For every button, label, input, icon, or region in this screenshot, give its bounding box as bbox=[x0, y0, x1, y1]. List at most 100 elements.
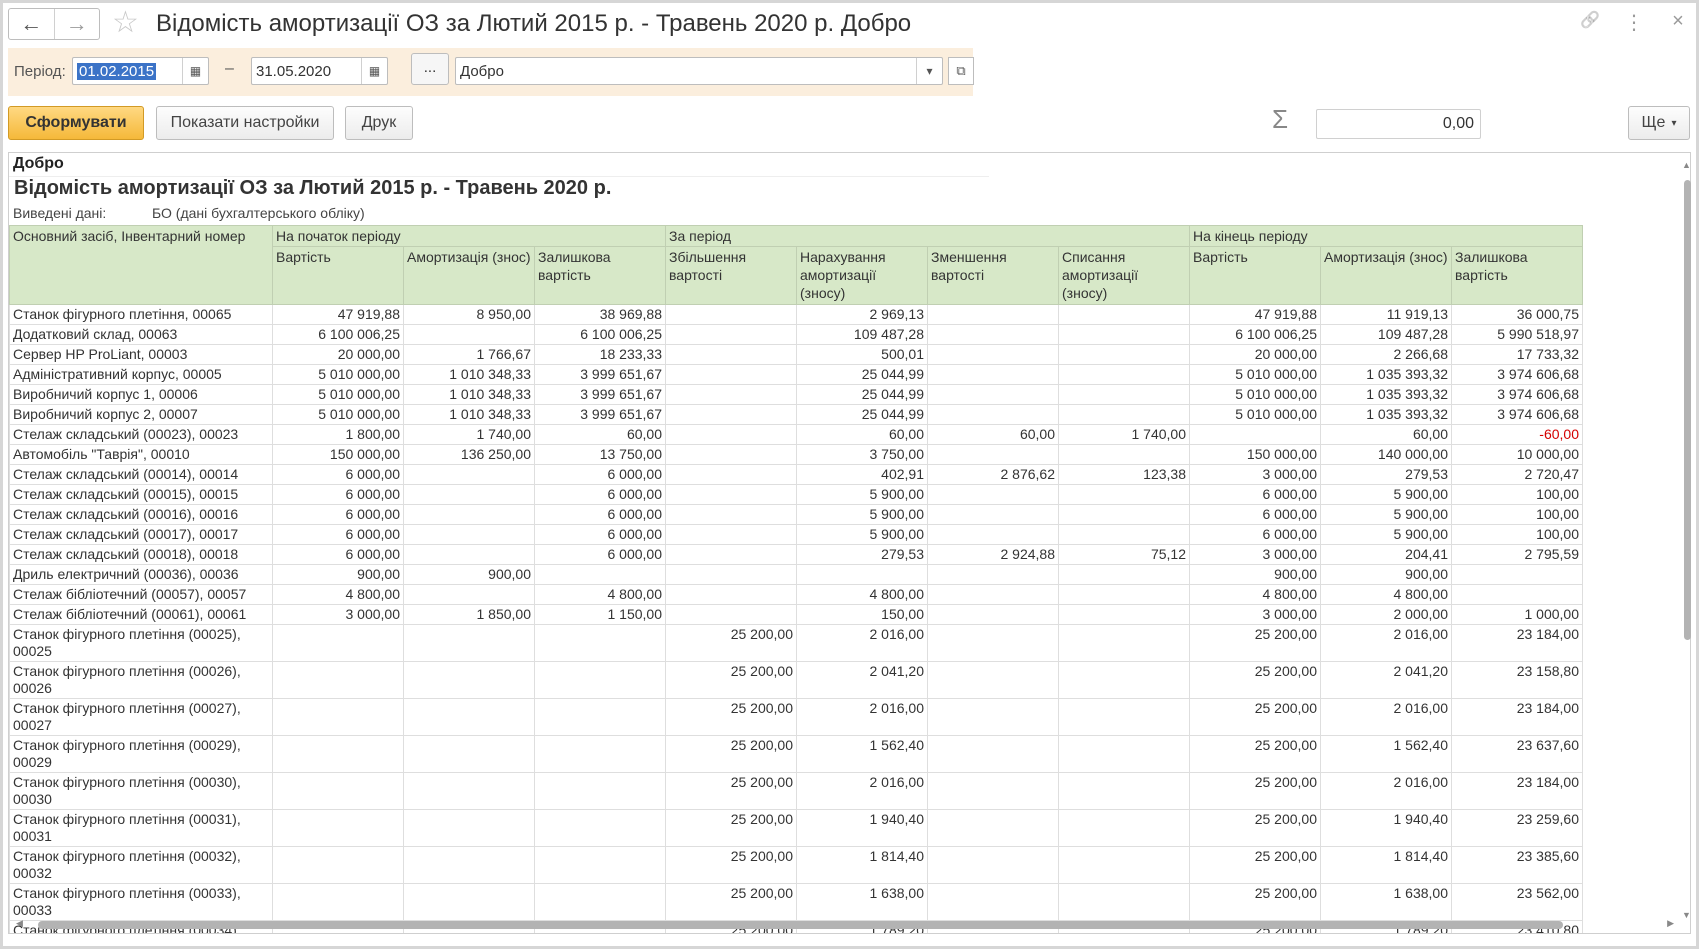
value-cell[interactable]: 2 016,00 bbox=[796, 698, 928, 736]
asset-name-cell[interactable]: Станок фігурного плетіння (00026), 00026 bbox=[9, 661, 273, 699]
value-cell[interactable]: 25 200,00 bbox=[665, 846, 797, 884]
value-cell[interactable] bbox=[403, 464, 535, 485]
value-cell[interactable]: 6 000,00 bbox=[272, 464, 404, 485]
value-cell[interactable] bbox=[665, 464, 797, 485]
value-cell[interactable]: 23 259,60 bbox=[1451, 809, 1583, 847]
value-cell[interactable]: 6 000,00 bbox=[272, 544, 404, 565]
table-row[interactable]: Адміністративний корпус, 00005 5 010 000,… bbox=[9, 364, 1583, 385]
value-cell[interactable] bbox=[1058, 772, 1190, 810]
value-cell[interactable] bbox=[927, 504, 1059, 525]
value-cell[interactable]: 23 184,00 bbox=[1451, 624, 1583, 662]
value-cell[interactable]: 100,00 bbox=[1451, 484, 1583, 505]
value-cell[interactable]: 47 919,88 bbox=[1189, 304, 1321, 325]
value-cell[interactable]: 1 940,40 bbox=[1320, 809, 1452, 847]
value-cell[interactable] bbox=[1058, 698, 1190, 736]
value-cell[interactable] bbox=[1058, 564, 1190, 585]
value-cell[interactable]: 23 385,60 bbox=[1451, 846, 1583, 884]
value-cell[interactable]: 25 200,00 bbox=[1189, 846, 1321, 884]
value-cell[interactable] bbox=[665, 444, 797, 465]
value-cell[interactable]: 900,00 bbox=[1189, 564, 1321, 585]
value-cell[interactable] bbox=[665, 564, 797, 585]
value-cell[interactable]: 25 200,00 bbox=[665, 698, 797, 736]
table-row[interactable]: Дриль електричний (00036), 00036 900,00 90… bbox=[9, 564, 1583, 585]
table-row[interactable]: Станок фігурного плетіння (00030), 00030… bbox=[9, 772, 1583, 810]
more-menu-icon[interactable]: ⋮ bbox=[1623, 10, 1645, 35]
asset-name-cell[interactable]: Додатковий склад, 00063 bbox=[9, 324, 273, 345]
value-cell[interactable] bbox=[927, 809, 1059, 847]
value-cell[interactable] bbox=[534, 772, 666, 810]
scroll-left-icon[interactable]: ◀ bbox=[16, 918, 23, 929]
value-cell[interactable]: 150 000,00 bbox=[272, 444, 404, 465]
value-cell[interactable]: 3 999 651,67 bbox=[534, 404, 666, 425]
value-cell[interactable]: 6 000,00 bbox=[272, 504, 404, 525]
value-cell[interactable]: 1 850,00 bbox=[403, 604, 535, 625]
value-cell[interactable]: 2 969,13 bbox=[796, 304, 928, 325]
value-cell[interactable]: 11 919,13 bbox=[1320, 304, 1452, 325]
table-row[interactable]: Стелаж складський (00014), 00014 6 000,00… bbox=[9, 464, 1583, 485]
asset-name-cell[interactable]: Стелаж складський (00017), 00017 bbox=[9, 524, 273, 545]
value-cell[interactable] bbox=[1058, 384, 1190, 405]
value-cell[interactable] bbox=[665, 504, 797, 525]
value-cell[interactable] bbox=[927, 661, 1059, 699]
value-cell[interactable]: 1 638,00 bbox=[796, 883, 928, 921]
asset-name-cell[interactable]: Станок фігурного плетіння (00027), 00027 bbox=[9, 698, 273, 736]
value-cell[interactable]: 5 010 000,00 bbox=[272, 384, 404, 405]
value-cell[interactable]: 2 041,20 bbox=[796, 661, 928, 699]
value-cell[interactable] bbox=[272, 661, 404, 699]
value-cell[interactable] bbox=[403, 809, 535, 847]
calendar-icon[interactable]: ▦ bbox=[182, 58, 208, 84]
calendar-icon[interactable]: ▦ bbox=[361, 58, 387, 84]
value-cell[interactable]: 5 010 000,00 bbox=[272, 364, 404, 385]
value-cell[interactable] bbox=[796, 564, 928, 585]
value-cell[interactable]: 25 044,99 bbox=[796, 384, 928, 405]
value-cell[interactable]: 5 900,00 bbox=[1320, 524, 1452, 545]
value-cell[interactable] bbox=[927, 524, 1059, 545]
scroll-right-icon[interactable]: ▶ bbox=[1667, 918, 1674, 929]
value-cell[interactable]: 25 200,00 bbox=[1189, 624, 1321, 662]
value-cell[interactable]: 2 720,47 bbox=[1451, 464, 1583, 485]
value-cell[interactable] bbox=[927, 883, 1059, 921]
value-cell[interactable]: 6 000,00 bbox=[534, 504, 666, 525]
value-cell[interactable]: 3 000,00 bbox=[1189, 604, 1321, 625]
value-cell[interactable]: 25 044,99 bbox=[796, 364, 928, 385]
table-row[interactable]: Стелаж складський (00023), 00023 1 800,00… bbox=[9, 424, 1583, 445]
more-button[interactable]: Ще ▾ bbox=[1628, 106, 1690, 140]
table-row[interactable]: Станок фігурного плетіння (00025), 00025… bbox=[9, 624, 1583, 662]
asset-name-cell[interactable]: Адміністративний корпус, 00005 bbox=[9, 364, 273, 385]
value-cell[interactable] bbox=[927, 384, 1059, 405]
value-cell[interactable]: 25 200,00 bbox=[665, 772, 797, 810]
value-cell[interactable] bbox=[665, 544, 797, 565]
date-to-field[interactable]: 31.05.2020 ▦ bbox=[251, 57, 388, 85]
value-cell[interactable]: 5 900,00 bbox=[1320, 484, 1452, 505]
value-cell[interactable]: 2 000,00 bbox=[1320, 604, 1452, 625]
asset-name-cell[interactable]: Стелаж складський (00018), 00018 bbox=[9, 544, 273, 565]
value-cell[interactable] bbox=[1058, 604, 1190, 625]
value-cell[interactable]: 4 800,00 bbox=[1320, 584, 1452, 605]
value-cell[interactable] bbox=[665, 604, 797, 625]
value-cell[interactable] bbox=[927, 304, 1059, 325]
asset-name-cell[interactable]: Станок фігурного плетіння (00030), 00030 bbox=[9, 772, 273, 810]
value-cell[interactable]: 25 200,00 bbox=[1189, 883, 1321, 921]
value-cell[interactable]: 150 000,00 bbox=[1189, 444, 1321, 465]
value-cell[interactable] bbox=[403, 735, 535, 773]
asset-name-cell[interactable]: Станок фігурного плетіння (00025), 00025 bbox=[9, 624, 273, 662]
value-cell[interactable]: 1 638,00 bbox=[1320, 883, 1452, 921]
value-cell[interactable] bbox=[665, 324, 797, 345]
value-cell[interactable]: 25 200,00 bbox=[1189, 809, 1321, 847]
value-cell[interactable] bbox=[403, 324, 535, 345]
value-cell[interactable]: 3 974 606,68 bbox=[1451, 404, 1583, 425]
value-cell[interactable]: 1 766,67 bbox=[403, 344, 535, 365]
table-row[interactable]: Станок фігурного плетіння (00033), 00033… bbox=[9, 883, 1583, 921]
value-cell[interactable]: 20 000,00 bbox=[272, 344, 404, 365]
value-cell[interactable]: 60,00 bbox=[796, 424, 928, 445]
value-cell[interactable] bbox=[665, 524, 797, 545]
value-cell[interactable] bbox=[1058, 324, 1190, 345]
value-cell[interactable]: 109 487,28 bbox=[1320, 324, 1452, 345]
asset-name-cell[interactable]: Виробничий корпус 1, 00006 bbox=[9, 384, 273, 405]
asset-name-cell[interactable]: Стелаж складський (00016), 00016 bbox=[9, 504, 273, 525]
asset-name-cell[interactable]: Стелаж складський (00015), 00015 bbox=[9, 484, 273, 505]
value-cell[interactable] bbox=[665, 364, 797, 385]
value-cell[interactable]: 25 200,00 bbox=[1189, 735, 1321, 773]
value-cell[interactable]: 23 158,80 bbox=[1451, 661, 1583, 699]
value-cell[interactable]: 900,00 bbox=[1320, 564, 1452, 585]
